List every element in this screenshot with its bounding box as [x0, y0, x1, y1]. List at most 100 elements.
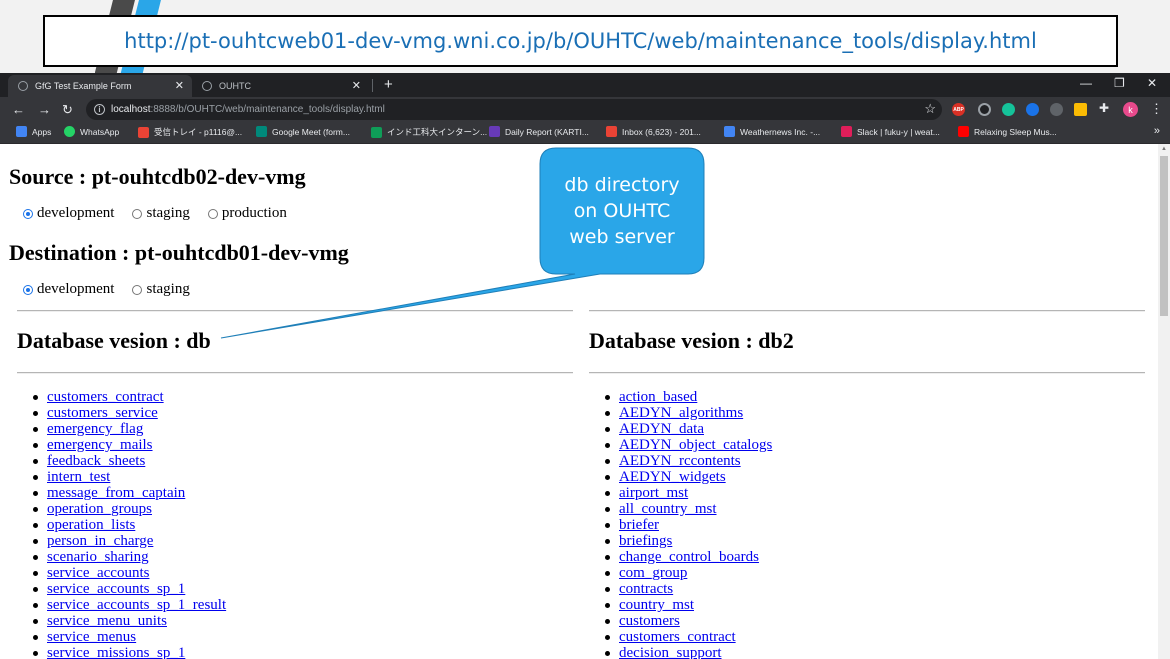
table-link[interactable]: feedback_sheets — [47, 453, 145, 469]
tab-label: OUHTC — [219, 81, 251, 91]
extension-icon[interactable] — [1026, 103, 1039, 116]
table-list-item: airport_mst — [603, 485, 1145, 501]
table-link[interactable]: emergency_mails — [47, 437, 153, 453]
table-link[interactable]: service_accounts_sp_1_result — [47, 597, 226, 613]
table-link[interactable]: briefer — [619, 517, 659, 533]
table-link[interactable]: contracts — [619, 581, 673, 597]
tab-ouhtc[interactable]: OUHTC ✕ — [194, 75, 369, 97]
bookmarks-bar: Apps WhatsApp 受信トレイ - p1116@... Google M… — [0, 122, 1170, 144]
reload-icon[interactable]: ↻ — [62, 102, 73, 118]
bookmark-label: 受信トレイ - p1116@... — [154, 127, 243, 137]
window-close-icon[interactable]: ✕ — [1147, 76, 1157, 90]
chevron-right-icon[interactable]: » — [1154, 125, 1160, 137]
table-link[interactable]: intern_test — [47, 469, 110, 485]
table-link[interactable]: operation_lists — [47, 517, 135, 533]
table-list-item: change_control_boards — [603, 549, 1145, 565]
bookmark-inbox[interactable]: Inbox (6,623) - 201... — [606, 126, 701, 137]
apps-grid-icon — [16, 126, 27, 137]
restore-icon[interactable]: ❐ — [1114, 76, 1125, 90]
table-link[interactable]: all_country_mst — [619, 501, 717, 517]
divider — [589, 310, 1145, 312]
table-link[interactable]: emergency_flag — [47, 421, 143, 437]
right-db-column: Database vesion : db2 action_based AEDYN_… — [589, 310, 1145, 659]
extension-icon[interactable] — [1074, 103, 1087, 116]
table-link[interactable]: AEDYN_algorithms — [619, 405, 743, 421]
scroll-up-icon[interactable]: ▲ — [1161, 146, 1167, 152]
tab-gfg-test[interactable]: GfG Test Example Form ✕ — [8, 75, 192, 97]
page-scrollbar[interactable]: ▲ — [1158, 144, 1170, 659]
bookmark-weathernews[interactable]: Weathernews Inc. -... — [724, 126, 820, 137]
destination-radio-group: development staging — [23, 281, 208, 298]
tab-strip: GfG Test Example Form ✕ OUHTC ✕ + — ❐ ✕ — [0, 73, 1170, 97]
table-link[interactable]: service_accounts — [47, 565, 149, 581]
table-link[interactable]: service_menu_units — [47, 613, 167, 629]
table-link[interactable]: AEDYN_data — [619, 421, 704, 437]
avatar[interactable]: k — [1123, 102, 1138, 117]
adblock-icon[interactable]: ABP — [952, 103, 965, 116]
whatsapp-icon — [64, 126, 75, 137]
extension-icon[interactable] — [1050, 103, 1063, 116]
puzzle-icon[interactable]: ✚ — [1099, 101, 1112, 115]
table-link[interactable]: service_missions_sp_1 — [47, 645, 185, 659]
table-list-item: customers — [603, 613, 1145, 629]
tab-label: GfG Test Example Form — [35, 81, 132, 91]
table-link[interactable]: com_group — [619, 565, 687, 581]
url-caption: http://pt-ouhtcweb01-dev-vmg.wni.co.jp/b… — [43, 15, 1118, 67]
bookmark-iit-intern[interactable]: インド工科大インターン... — [371, 126, 487, 138]
table-list-item: emergency_mails — [31, 437, 573, 453]
bookmark-star-icon[interactable]: ☆ — [924, 101, 936, 117]
bookmark-label: Relaxing Sleep Mus... — [974, 126, 1057, 137]
table-link[interactable]: person_in_charge — [47, 533, 153, 549]
table-link[interactable]: message_from_captain — [47, 485, 185, 501]
table-link[interactable]: customers_service — [47, 405, 158, 421]
new-tab-icon[interactable]: + — [384, 76, 393, 93]
table-link[interactable]: customers_contract — [619, 629, 736, 645]
info-icon[interactable]: i — [94, 104, 105, 115]
bookmark-apps[interactable]: Apps — [16, 126, 51, 137]
right-db-title: Database vesion : db2 — [589, 328, 794, 353]
menu-dots-icon[interactable]: ⋮ — [1150, 101, 1163, 117]
extension-icon[interactable] — [978, 103, 991, 116]
grammarly-icon[interactable] — [1002, 103, 1015, 116]
table-list-item: operation_groups — [31, 501, 573, 517]
table-link[interactable]: airport_mst — [619, 485, 688, 501]
table-link[interactable]: briefings — [619, 533, 672, 549]
bookmark-relaxing-music[interactable]: Relaxing Sleep Mus... — [958, 126, 1057, 137]
address-bar[interactable]: i localhost:8888/b/OUHTC/web/maintenance… — [86, 99, 942, 120]
source-radio-development[interactable] — [23, 208, 33, 219]
radio-label: development — [37, 205, 115, 221]
table-link[interactable]: change_control_boards — [619, 549, 759, 565]
source-radio-staging[interactable] — [132, 208, 143, 219]
table-link[interactable]: AEDYN_rccontents — [619, 453, 741, 469]
bookmark-slack[interactable]: Slack | fuku-y | weat... — [841, 126, 940, 137]
close-icon[interactable]: ✕ — [352, 79, 361, 92]
destination-radio-staging[interactable] — [132, 284, 143, 295]
source-radio-production[interactable] — [207, 208, 218, 219]
table-link[interactable]: action_based — [619, 389, 697, 405]
table-link[interactable]: AEDYN_object_catalogs — [619, 437, 772, 453]
table-list-item: intern_test — [31, 469, 573, 485]
table-link[interactable]: AEDYN_widgets — [619, 469, 726, 485]
table-link[interactable]: scenario_sharing — [47, 549, 149, 565]
destination-radio-development[interactable] — [23, 284, 33, 295]
table-link[interactable]: operation_groups — [47, 501, 152, 517]
table-link[interactable]: customers — [619, 613, 680, 629]
table-link[interactable]: decision_support — [619, 645, 722, 659]
bookmark-label: WhatsApp — [80, 126, 120, 137]
back-arrow-icon[interactable]: ← — [12, 102, 25, 117]
table-link[interactable]: customers_contract — [47, 389, 164, 405]
destination-heading: Destination : pt-ouhtcdb01-dev-vmg — [9, 240, 349, 265]
scroll-thumb[interactable] — [1160, 156, 1168, 316]
table-link[interactable]: service_menus — [47, 629, 136, 645]
forward-arrow-icon[interactable]: → — [38, 102, 51, 117]
minimize-icon[interactable]: — — [1080, 76, 1092, 90]
table-list-item: service_accounts_sp_1 — [31, 581, 573, 597]
bookmark-daily-report[interactable]: Daily Report (KARTI... — [489, 126, 589, 137]
bookmark-gmail-inbox[interactable]: 受信トレイ - p1116@... — [138, 126, 242, 138]
table-list-item: scenario_sharing — [31, 549, 573, 565]
table-link[interactable]: country_mst — [619, 597, 694, 613]
bookmark-google-meet[interactable]: Google Meet (form... — [256, 126, 350, 137]
close-icon[interactable]: ✕ — [175, 79, 184, 92]
bookmark-whatsapp[interactable]: WhatsApp — [64, 126, 119, 137]
table-link[interactable]: service_accounts_sp_1 — [47, 581, 185, 597]
